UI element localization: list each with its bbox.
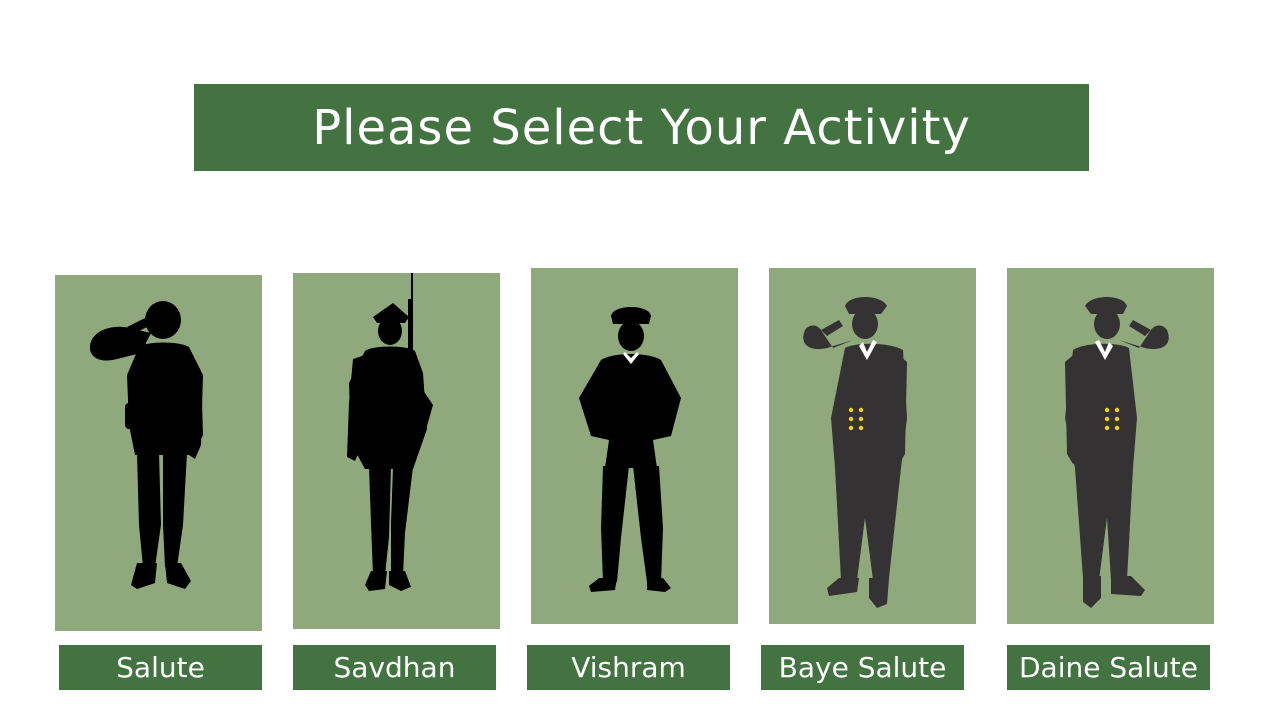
activity-card-daine-salute[interactable] (1007, 268, 1214, 624)
activity-card-baye-salute[interactable] (769, 268, 976, 624)
saluting-soldier-icon (89, 301, 203, 589)
activity-card-vishram[interactable] (531, 268, 738, 624)
salute-button[interactable]: Salute (59, 645, 262, 690)
activity-card-savdhan[interactable] (293, 273, 500, 629)
activity-card-salute[interactable] (55, 275, 262, 631)
title-banner: Please Select Your Activity (194, 84, 1089, 171)
activity-selection-screen: Please Select Your Activity Salute Savdh… (0, 0, 1280, 720)
baye-salute-button[interactable]: Baye Salute (761, 645, 964, 690)
page-title: Please Select Your Activity (312, 99, 971, 156)
daine-salute-button[interactable]: Daine Salute (1007, 645, 1210, 690)
at-ease-soldier-icon (579, 307, 681, 592)
left-salute-officer-icon (803, 297, 907, 608)
vishram-button[interactable]: Vishram (527, 645, 730, 690)
right-salute-officer-icon (1065, 297, 1169, 608)
savdhan-button[interactable]: Savdhan (293, 645, 496, 690)
soldier-with-rifle-icon (347, 273, 433, 591)
